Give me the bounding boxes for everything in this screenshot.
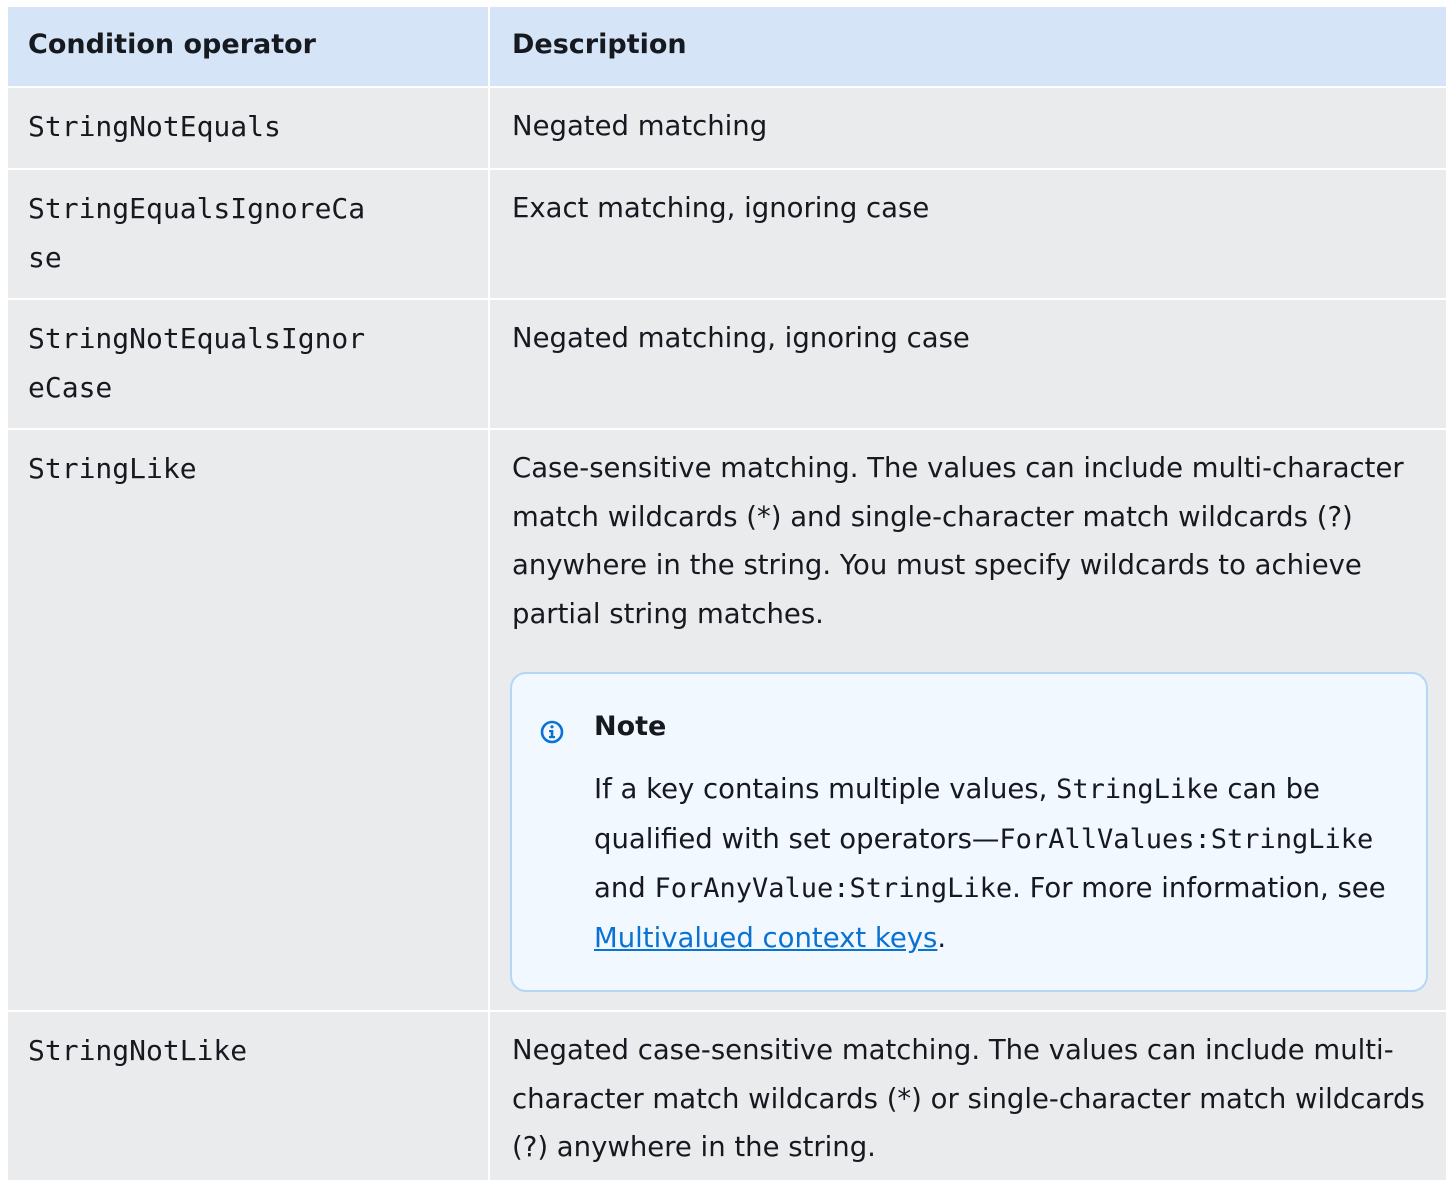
note-callout: Note If a key contains multiple values, … (510, 672, 1428, 992)
note-text: . For more information, see (1012, 872, 1386, 904)
description-cell: Exact matching, ignoring case (490, 170, 1446, 298)
description-cell: Negated matching, ignoring case (490, 300, 1446, 428)
operator-cell: StringNotLike (8, 1012, 490, 1180)
operator-description: Exact matching, ignoring case (512, 192, 930, 224)
column-header-operator: Condition operator (8, 7, 490, 86)
note-body: If a key contains multiple values, Strin… (594, 765, 1404, 962)
table-header-row: Condition operator Description (8, 7, 1446, 88)
table-row: StringEqualsIgnoreCase Exact matching, i… (8, 170, 1446, 300)
operator-name: StringNotEqualsIgnoreCase (28, 322, 366, 404)
note-title: Note (594, 711, 667, 742)
note-text: and (594, 872, 655, 904)
operator-name: StringNotEquals (28, 110, 281, 143)
description-cell: Case-sensitive matching. The values can … (490, 430, 1446, 1010)
operator-cell: StringEqualsIgnoreCase (8, 170, 490, 298)
code-forallvalues: ForAllValues:StringLike (999, 823, 1374, 855)
table-row: StringNotEquals Negated matching (8, 88, 1446, 170)
multivalued-context-keys-link[interactable]: Multivalued context keys (594, 922, 937, 954)
operator-description: Case-sensitive matching. The values can … (512, 452, 1404, 630)
info-icon (540, 720, 564, 744)
operator-name: StringNotLike (28, 1034, 248, 1067)
operator-cell: StringNotEquals (8, 88, 490, 168)
code-stringlike: StringLike (1056, 774, 1219, 805)
table-row: StringLike Case-sensitive matching. The … (8, 430, 1446, 1012)
operator-cell: StringNotEqualsIgnoreCase (8, 300, 490, 428)
column-header-description: Description (490, 7, 1446, 86)
condition-operators-table: Condition operator Description StringNot… (8, 7, 1446, 1182)
table-row: StringNotLike Negated case-sensitive mat… (8, 1012, 1446, 1182)
description-cell: Negated matching (490, 88, 1446, 168)
operator-description: Negated matching, ignoring case (512, 322, 970, 354)
code-foranyvalue: ForAnyValue:StringLike (654, 873, 1013, 904)
operator-cell: StringLike (8, 430, 490, 1010)
note-text: . (937, 921, 947, 954)
table-row: StringNotEqualsIgnoreCase Negated matchi… (8, 300, 1446, 430)
operator-description: Negated matching (512, 110, 768, 142)
operator-name: StringLike (28, 452, 197, 485)
note-text: If a key contains multiple values, (594, 773, 1057, 805)
description-cell: Negated case-sensitive matching. The val… (490, 1012, 1446, 1180)
operator-description: Negated case-sensitive matching. The val… (512, 1034, 1425, 1163)
operator-name: StringEqualsIgnoreCase (28, 192, 366, 274)
